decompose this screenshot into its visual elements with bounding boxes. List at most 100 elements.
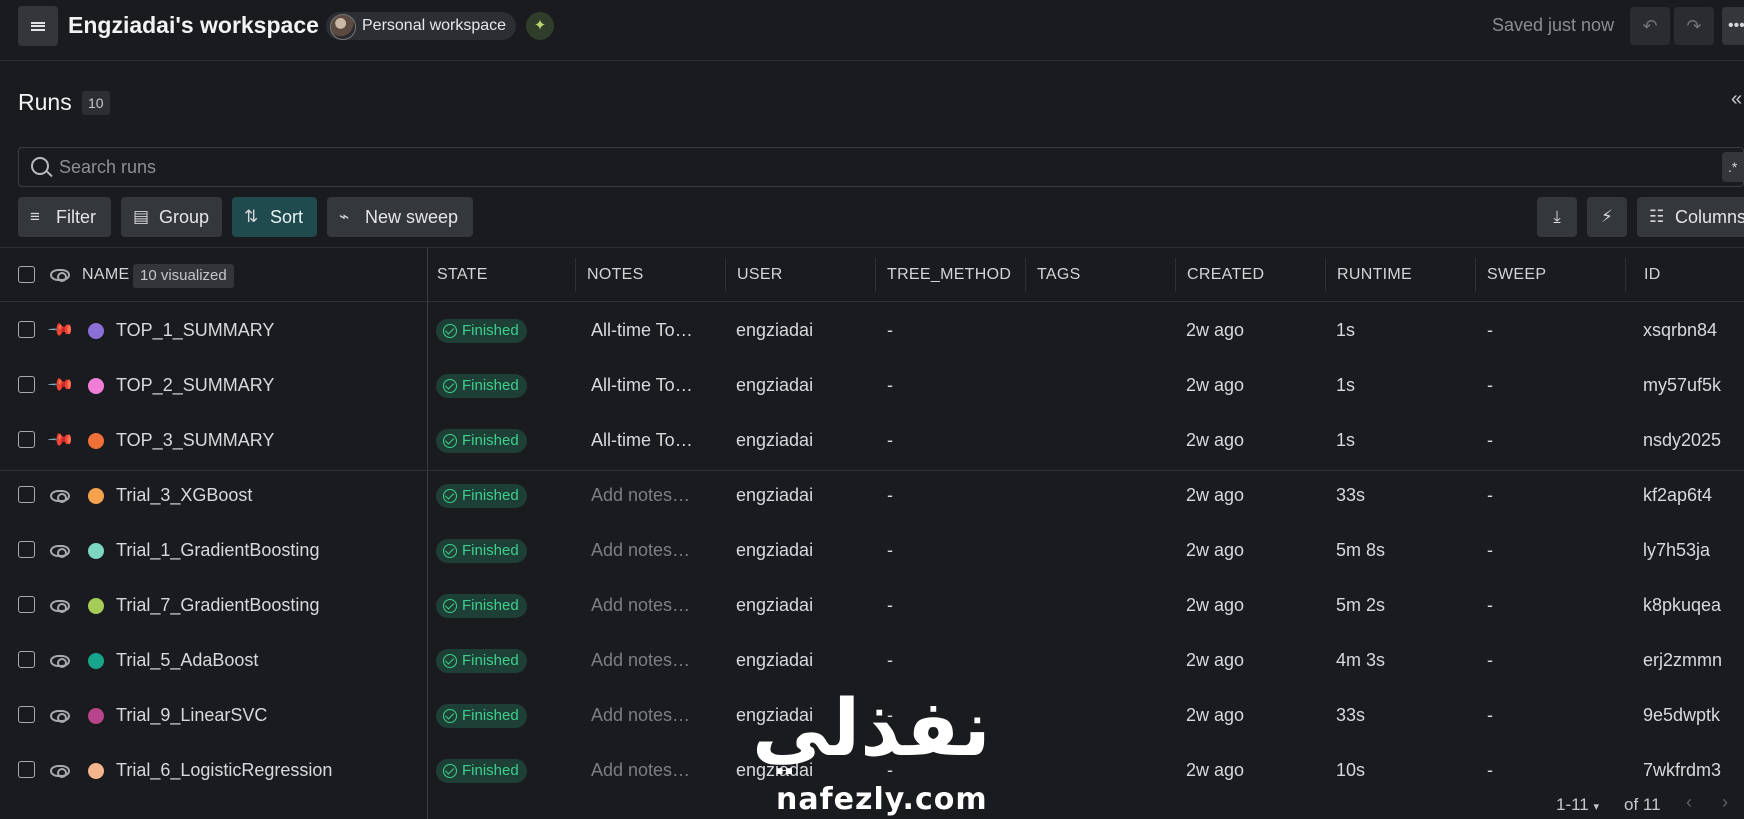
run-name[interactable]: TOP_2_SUMMARY [116, 358, 274, 413]
more-icon: ••• [1728, 17, 1744, 34]
run-color-dot[interactable] [88, 378, 104, 394]
run-tree-method: - [887, 650, 893, 670]
run-user: engziadai [736, 595, 814, 615]
column-header-sweep[interactable]: SWEEP [1487, 248, 1546, 302]
run-color-dot[interactable] [88, 598, 104, 614]
column-header-user[interactable]: USER [737, 248, 783, 302]
eye-icon[interactable] [50, 710, 70, 723]
regex-toggle-button[interactable]: .* [1722, 152, 1744, 182]
previous-page-icon[interactable]: ‹ [1686, 792, 1692, 813]
row-checkbox[interactable] [18, 321, 35, 338]
run-name[interactable]: Trial_9_LinearSVC [116, 688, 267, 743]
row-checkbox[interactable] [18, 706, 35, 723]
run-color-dot[interactable] [88, 653, 104, 669]
eye-icon[interactable] [50, 269, 70, 282]
magic-wand-button[interactable]: ⚡ [1587, 197, 1627, 237]
next-page-icon[interactable]: › [1722, 792, 1728, 813]
run-color-dot[interactable] [88, 763, 104, 779]
download-button[interactable]: ⤓ [1537, 197, 1577, 237]
pin-icon[interactable]: 📌 [46, 425, 75, 454]
row-checkbox[interactable] [18, 761, 35, 778]
column-header-notes[interactable]: NOTES [587, 248, 644, 302]
run-name[interactable]: Trial_7_GradientBoosting [116, 578, 319, 633]
run-notes[interactable]: Add notes… [591, 578, 690, 633]
row-checkbox[interactable] [18, 376, 35, 393]
run-notes[interactable]: Add notes… [591, 743, 690, 798]
run-name[interactable]: Trial_5_AdaBoost [116, 633, 258, 688]
run-id: my57uf5k [1643, 375, 1722, 395]
row-checkbox[interactable] [18, 596, 35, 613]
status-badge: Finished [436, 484, 527, 508]
column-header-state[interactable]: STATE [437, 248, 488, 302]
row-checkbox[interactable] [18, 486, 35, 503]
table-header: NAME 10 visualized STATE NOTES USER TREE… [0, 248, 1744, 302]
run-created: 2w ago [1186, 540, 1245, 560]
table-row[interactable]: Trial_1_GradientBoosting Finished Add note… [0, 523, 1744, 578]
run-name[interactable]: Trial_3_XGBoost [116, 468, 252, 523]
table-row[interactable]: Trial_5_AdaBoost Finished Add notes… engzia… [0, 633, 1744, 688]
group-icon: ▤ [133, 207, 150, 226]
table-row[interactable]: Trial_3_XGBoost Finished Add notes… engziad… [0, 468, 1744, 523]
run-name[interactable]: TOP_1_SUMMARY [116, 303, 274, 358]
undo-icon: ↶ [1642, 16, 1658, 36]
pin-icon[interactable]: 📌 [46, 315, 75, 344]
run-notes[interactable]: All-time To… [591, 413, 693, 468]
eye-icon[interactable] [50, 545, 70, 558]
eye-icon[interactable] [50, 655, 70, 668]
status-badge: Finished [436, 429, 527, 453]
column-header-runtime[interactable]: RUNTIME [1337, 248, 1412, 302]
broom-icon: ⌁ [339, 207, 350, 226]
run-name[interactable]: Trial_1_GradientBoosting [116, 523, 319, 578]
table-row[interactable]: 📌 TOP_3_SUMMARY Finished All-time To… engzia… [0, 413, 1744, 468]
columns-button[interactable]: ☷ Columns [1637, 197, 1744, 237]
table-row[interactable]: 📌 TOP_1_SUMMARY Finished All-time To… engzia… [0, 303, 1744, 358]
undo-button[interactable]: ↶ [1630, 7, 1670, 45]
column-header-created[interactable]: CREATED [1187, 248, 1264, 302]
column-header-tags[interactable]: TAGS [1037, 248, 1081, 302]
run-name[interactable]: Trial_6_LogisticRegression [116, 743, 332, 798]
collapse-panel-icon[interactable]: « [1731, 88, 1742, 111]
select-all-checkbox[interactable] [18, 266, 35, 283]
row-checkbox[interactable] [18, 541, 35, 558]
sparkle-icon[interactable]: ✦ [526, 12, 554, 40]
run-tree-method: - [887, 320, 893, 340]
new-sweep-button[interactable]: ⌁ New sweep [327, 197, 473, 237]
column-header-name[interactable]: NAME [82, 248, 129, 302]
menu-button[interactable] [18, 6, 58, 46]
eye-icon[interactable] [50, 600, 70, 613]
run-notes[interactable]: Add notes… [591, 468, 690, 523]
row-checkbox[interactable] [18, 431, 35, 448]
row-checkbox[interactable] [18, 651, 35, 668]
run-notes[interactable]: All-time To… [591, 303, 693, 358]
search-input[interactable] [59, 148, 1659, 186]
run-notes[interactable]: All-time To… [591, 358, 693, 413]
run-tree-method: - [887, 540, 893, 560]
sort-button[interactable]: ⇅ Sort [232, 197, 317, 237]
redo-button[interactable]: ↷ [1674, 7, 1714, 45]
run-color-dot[interactable] [88, 323, 104, 339]
more-options-button[interactable]: ••• [1722, 7, 1744, 45]
run-user: engziadai [736, 375, 814, 395]
group-button[interactable]: ▤ Group [121, 197, 222, 237]
run-color-dot[interactable] [88, 488, 104, 504]
run-color-dot[interactable] [88, 433, 104, 449]
run-notes[interactable]: Add notes… [591, 633, 690, 688]
run-runtime: 10s [1336, 760, 1366, 780]
run-name[interactable]: TOP_3_SUMMARY [116, 413, 274, 468]
column-header-tree-method[interactable]: TREE_METHOD [887, 248, 1011, 302]
table-row[interactable]: 📌 TOP_2_SUMMARY Finished All-time To… engzia… [0, 358, 1744, 413]
run-notes[interactable]: Add notes… [591, 688, 690, 743]
workspace-selector[interactable]: Personal workspace [326, 12, 517, 40]
run-color-dot[interactable] [88, 708, 104, 724]
pin-icon[interactable]: 📌 [46, 370, 75, 399]
table-row[interactable]: Trial_7_GradientBoosting Finished Add note… [0, 578, 1744, 633]
status-label: Finished [462, 707, 519, 724]
run-notes[interactable]: Add notes… [591, 523, 690, 578]
run-color-dot[interactable] [88, 543, 104, 559]
pager-range[interactable]: 1-11 ▾ [1556, 795, 1599, 815]
column-header-id[interactable]: ID [1644, 248, 1661, 302]
eye-icon[interactable] [50, 490, 70, 503]
filter-button[interactable]: ≡ Filter [18, 197, 111, 237]
eye-icon[interactable] [50, 765, 70, 778]
run-runtime: 1s [1336, 430, 1356, 450]
